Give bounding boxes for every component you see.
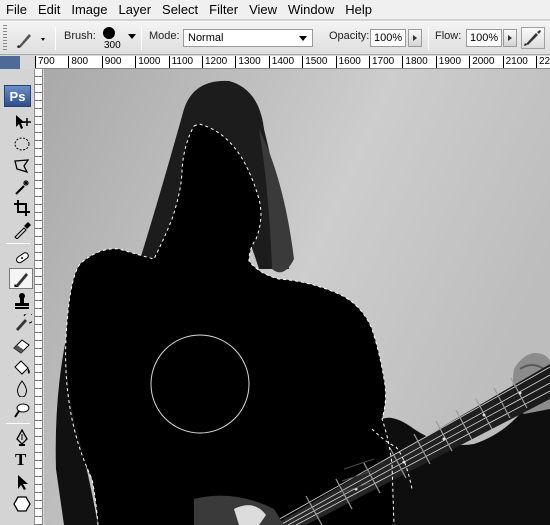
- options-separator: [55, 26, 56, 50]
- ruler-tick-label: 2200: [536, 56, 550, 68]
- opacity-input[interactable]: 100%: [370, 29, 406, 47]
- healing-brush-icon: [16, 252, 29, 264]
- flow-label: Flow:: [435, 30, 462, 42]
- shape-tool-button[interactable]: [9, 493, 33, 514]
- path-selection-icon: [18, 475, 28, 490]
- eyedropper-tool-button[interactable]: [9, 219, 33, 240]
- options-separator: [428, 26, 429, 50]
- brush-preset-icon: [17, 34, 45, 48]
- ruler-tick-label: 1200: [202, 56, 227, 68]
- menu-image[interactable]: Image: [65, 0, 112, 20]
- crop-icon: [14, 200, 30, 216]
- chevron-down-icon: [299, 36, 307, 41]
- menu-filter[interactable]: Filter: [203, 0, 243, 20]
- horizontal-ruler[interactable]: 700 800 900 1000 1100 1200 1300 1400 1500 1600 170…: [35, 56, 550, 69]
- clone-stamp-tool-button[interactable]: [9, 290, 33, 311]
- move-icon: [16, 115, 31, 129]
- crop-tool-button[interactable]: [9, 197, 33, 218]
- mode-label: Mode:: [149, 30, 180, 42]
- menu-bar: File Edit Image Layer Select Filter View…: [0, 0, 550, 20]
- pen-icon: [16, 429, 28, 446]
- magic-wand-icon: [15, 180, 29, 195]
- options-bar: Brush: 300 Mode: Normal Opacity: 100% Fl…: [0, 21, 550, 55]
- ruler-tick-label: 1000: [135, 56, 160, 68]
- pen-tool-button[interactable]: [9, 427, 33, 448]
- eraser-tool-button[interactable]: [9, 334, 33, 355]
- lasso-icon: [14, 159, 30, 174]
- menu-edit[interactable]: Edit: [32, 0, 65, 20]
- brush-tip-icon: [103, 27, 115, 39]
- airbrush-icon: [524, 30, 541, 46]
- ruler-tick-label: 700: [35, 56, 55, 68]
- menu-layer[interactable]: Layer: [113, 0, 157, 20]
- toolbox: Ps T: [0, 69, 35, 525]
- ruler-tick-label: 1800: [402, 56, 428, 68]
- flow-input[interactable]: 100%: [466, 29, 502, 47]
- marquee-tool-button[interactable]: [9, 133, 33, 154]
- options-separator: [141, 26, 142, 50]
- menu-window[interactable]: Window: [282, 0, 339, 20]
- ruler-tick-label: 1900: [435, 56, 461, 68]
- menu-view[interactable]: View: [243, 0, 282, 20]
- polygon-shape-icon: [13, 496, 31, 512]
- ruler-tick-label: 900: [101, 56, 121, 68]
- vertical-ruler[interactable]: [35, 69, 43, 525]
- paint-bucket-icon: [14, 360, 30, 375]
- type-icon: T: [15, 450, 27, 469]
- ruler-tick-label: 2100: [502, 56, 528, 68]
- brush-tool-button[interactable]: [9, 268, 33, 289]
- blur-tool-button[interactable]: [9, 377, 33, 398]
- lasso-tool-button[interactable]: [9, 155, 33, 176]
- history-brush-icon: [16, 314, 32, 331]
- brush-picker[interactable]: 300: [100, 25, 121, 53]
- mode-select-value: Normal: [188, 32, 224, 44]
- path-selection-tool-button[interactable]: [9, 471, 33, 492]
- photoshop-logo[interactable]: Ps: [4, 85, 31, 107]
- move-tool-button[interactable]: [9, 111, 33, 132]
- magic-wand-tool-button[interactable]: [9, 176, 33, 197]
- dodge-tool-button[interactable]: [9, 399, 33, 420]
- ruler-tick-label: 1400: [268, 56, 294, 68]
- healing-brush-tool-button[interactable]: [9, 247, 33, 268]
- menu-help[interactable]: Help: [339, 0, 377, 20]
- document-canvas[interactable]: [44, 69, 550, 525]
- ruler-tick-label: 2000: [469, 56, 494, 68]
- flow-slider-button[interactable]: [503, 29, 517, 47]
- opacity-slider-button[interactable]: [408, 29, 422, 47]
- toolbox-separator: [6, 243, 30, 244]
- opacity-label: Opacity:: [329, 30, 370, 42]
- menu-select[interactable]: Select: [156, 0, 203, 20]
- ruler-tick-label: 1100: [168, 56, 193, 68]
- brush-size-value: 300: [104, 40, 121, 51]
- dodge-icon: [14, 403, 30, 418]
- ruler-tick-label: 1300: [235, 56, 261, 68]
- clone-stamp-icon: [15, 293, 29, 309]
- brush-dropdown-arrow-icon[interactable]: [128, 34, 136, 39]
- eyedropper-icon: [14, 222, 31, 239]
- ruler-tick-label: 800: [68, 56, 88, 68]
- toolbox-header[interactable]: [0, 56, 20, 69]
- brush-label: Brush:: [64, 30, 96, 42]
- elliptical-marquee-icon: [14, 137, 30, 151]
- airbrush-toggle-button[interactable]: [521, 27, 545, 49]
- paint-bucket-tool-button[interactable]: [9, 356, 33, 377]
- blur-icon: [17, 380, 27, 397]
- eraser-icon: [13, 339, 30, 354]
- type-tool-button[interactable]: T: [9, 449, 33, 470]
- mode-select[interactable]: Normal: [183, 29, 313, 47]
- history-brush-tool-button[interactable]: [9, 312, 33, 333]
- photo-image: [44, 69, 550, 525]
- ruler-tick-label: 1600: [335, 56, 361, 68]
- ruler-tick-label: 1700: [369, 56, 394, 68]
- ruler-tick-label: 1500: [302, 56, 327, 68]
- tool-preset-picker[interactable]: [12, 27, 52, 49]
- brush-icon: [14, 273, 28, 287]
- menu-file[interactable]: File: [0, 0, 32, 20]
- options-bar-grip-icon[interactable]: [3, 25, 7, 51]
- toolbox-separator: [6, 423, 30, 424]
